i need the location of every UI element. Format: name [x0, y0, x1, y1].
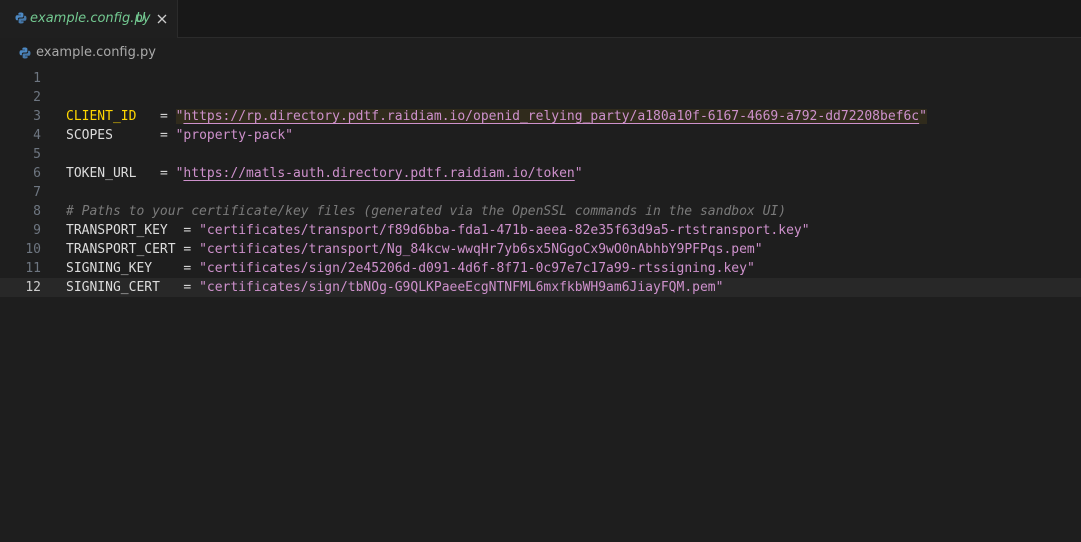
assignment-operator: = [159, 109, 176, 124]
string-quote: " [199, 223, 207, 238]
code-line[interactable]: 7 [0, 183, 1081, 202]
variable-name: CLIENT_ID [66, 109, 137, 124]
line-number: 7 [33, 185, 41, 200]
line-number: 4 [33, 128, 41, 143]
code-line[interactable]: 5 [0, 145, 1081, 164]
string-value: certificates/sign/2e45206d-d091-4d6f-8f7… [206, 261, 747, 276]
python-file-icon [19, 47, 31, 59]
assignment-operator: = [183, 261, 200, 276]
code-content: SCOPES = "property-pack" [66, 126, 293, 145]
line-number: 8 [33, 204, 41, 219]
string-quote: " [746, 261, 755, 276]
url-link: https://matls-auth.directory.pdtf.raidia… [183, 166, 575, 181]
string-value: certificates/transport/f89d6bba-fda1-471… [206, 223, 802, 238]
string-quote: " [801, 223, 810, 238]
code-content: SIGNING_KEY = "certificates/sign/2e45206… [66, 259, 755, 278]
url-link: https://rp.directory.pdtf.raidiam.io/ope… [183, 109, 920, 124]
line-number: 6 [33, 166, 41, 181]
breadcrumb-file-label[interactable]: example.config.py [36, 45, 156, 61]
close-icon[interactable] [154, 11, 170, 27]
code-comment: # Paths to your certificate/key files (g… [66, 204, 787, 219]
line-number: 12 [25, 280, 41, 295]
code-line[interactable]: 10 TRANSPORT_CERT = "certificates/transpo… [0, 240, 1081, 259]
string-literal: "certificates/sign/2e45206d-d091-4d6f-8f… [199, 261, 755, 276]
assignment-operator: = [159, 166, 176, 181]
code-content: TRANSPORT_CERT = "certificates/transport… [66, 240, 763, 259]
code-line[interactable]: 12 SIGNING_CERT = "certificates/sign/tbNO… [0, 278, 1081, 297]
string-quote: " [285, 128, 293, 143]
variable-name: SCOPES [66, 128, 113, 143]
code-line[interactable]: 3 CLIENT_ID = "https://rp.directory.pdtf.… [0, 107, 1081, 126]
string-literal: "property-pack" [176, 128, 293, 143]
variable-name: SIGNING_KEY [66, 261, 153, 276]
string-quote: " [574, 166, 583, 181]
string-quote: " [919, 109, 927, 124]
variable-name: TRANSPORT_KEY [66, 223, 168, 238]
string-quote: " [754, 242, 763, 257]
variable-name: TOKEN_URL [66, 166, 137, 181]
code-line[interactable]: 1 [0, 69, 1081, 88]
python-file-icon [15, 12, 27, 24]
code-line[interactable]: 2 [0, 88, 1081, 107]
line-number: 3 [33, 109, 41, 124]
assignment-operator: = [183, 242, 200, 257]
string-literal: "certificates/transport/Ng_84kcw-wwqHr7y… [199, 242, 763, 257]
line-number: 11 [25, 261, 41, 276]
code-line[interactable]: 4 SCOPES = "property-pack" [0, 126, 1081, 145]
string-literal: "https://matls-auth.directory.pdtf.raidi… [176, 166, 583, 181]
code-content: TOKEN_URL = "https://matls-auth.director… [66, 164, 583, 183]
code-editor[interactable]: 1 2 3 CLIENT_ID = "https://rp.directory.pdt… [0, 69, 1081, 542]
string-quote: " [199, 280, 207, 295]
code-content: TRANSPORT_KEY = "certificates/transport/… [66, 221, 810, 240]
code-content: # Paths to your certificate/key files (g… [66, 202, 786, 221]
string-quote: " [199, 261, 207, 276]
line-number: 10 [25, 242, 41, 257]
assignment-operator: = [183, 280, 200, 295]
code-line[interactable]: 9 TRANSPORT_KEY = "certificates/transport… [0, 221, 1081, 240]
tab-example-config[interactable]: example.config.py U [0, 0, 178, 38]
string-value: certificates/transport/Ng_84kcw-wwqHr7yb… [206, 242, 755, 257]
assignment-operator: = [159, 128, 176, 143]
editor-tab-bar: example.config.py U [0, 0, 1081, 38]
string-literal: "certificates/transport/f89d6bba-fda1-47… [199, 223, 809, 238]
string-value: certificates/sign/tbNOg-G9QLKPaeeEcgNTNF… [206, 280, 716, 295]
code-line[interactable]: 8 # Paths to your certificate/key files (… [0, 202, 1081, 221]
line-number: 2 [33, 90, 41, 105]
variable-name: TRANSPORT_CERT [66, 242, 176, 257]
code-line[interactable]: 6 TOKEN_URL = "https://matls-auth.directo… [0, 164, 1081, 183]
assignment-operator: = [183, 223, 200, 238]
string-quote: " [715, 280, 724, 295]
string-value: property-pack [183, 128, 286, 143]
code-line[interactable]: 11 SIGNING_KEY = "certificates/sign/2e452… [0, 259, 1081, 278]
code-content: SIGNING_CERT = "certificates/sign/tbNOg-… [66, 278, 723, 297]
line-number: 5 [33, 147, 41, 162]
string-literal: "https://rp.directory.pdtf.raidiam.io/op… [175, 109, 927, 124]
string-literal: "certificates/sign/tbNOg-G9QLKPaeeEcgNTN… [199, 280, 723, 295]
code-content: CLIENT_ID = "https://rp.directory.pdtf.r… [66, 107, 927, 126]
variable-name: SIGNING_CERT [66, 280, 160, 295]
line-number: 9 [33, 223, 41, 238]
tab-label: example.config.py [30, 11, 151, 26]
breadcrumb: example.config.py [0, 38, 1081, 68]
string-quote: " [199, 242, 207, 257]
git-status-badge: U [136, 11, 146, 26]
line-number: 1 [33, 71, 41, 86]
